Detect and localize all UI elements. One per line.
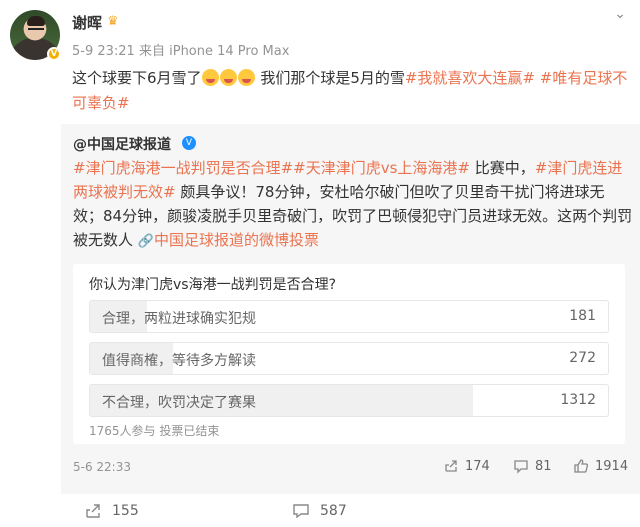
comment-icon xyxy=(514,460,528,474)
repost-button[interactable]: 155 xyxy=(84,502,139,520)
post-time[interactable]: 5-9 23:21 xyxy=(72,44,135,59)
repost-like-count: 1914 xyxy=(595,458,629,474)
repost-text: #津门虎海港一战判罚是否合理##天津津门虎vs上海海港# 比赛中，#津门虎连进两… xyxy=(73,156,633,254)
like-icon xyxy=(574,459,589,473)
poll-option-count: 181 xyxy=(569,308,596,324)
repost-count: 155 xyxy=(112,503,139,519)
link-icon: 🔗 xyxy=(137,234,154,249)
poll-footer: 1765人参与 投票已结束 xyxy=(89,424,220,438)
post-text: 这个球要下6月雪了 我们那个球是5月的雪#我就喜欢大连赢# #唯有足球不可辜负# xyxy=(72,66,632,116)
repost-like-stat[interactable]: 1914 xyxy=(573,458,628,474)
avatar-hair xyxy=(27,16,45,26)
poll-question: 你认为津门虎vs海港一战判罚是否合理? xyxy=(89,277,337,293)
laugh-cry-emoji-icon xyxy=(201,69,219,86)
hashtag-link[interactable]: #天津津门虎vs上海海港# xyxy=(293,159,470,177)
verified-badge-icon: V xyxy=(47,47,61,61)
verified-blue-icon: V xyxy=(182,136,196,150)
chevron-down-icon[interactable]: ⌄ xyxy=(614,6,626,22)
share-icon xyxy=(86,504,100,518)
poll-link[interactable]: 中国足球报道的微博投票 xyxy=(154,231,319,249)
repost-card[interactable]: @中国足球报道 V #津门虎海港一战判罚是否合理##天津津门虎vs上海海港# 比… xyxy=(61,124,640,494)
poll-card: 你认为津门虎vs海港一战判罚是否合理? 合理，两粒进球确实犯规 181 值得商榷… xyxy=(73,264,625,444)
hashtag-link[interactable]: #津门虎海港一战判罚是否合理# xyxy=(73,159,293,177)
poll-option[interactable]: 不合理，吹罚决定了赛果 1312 xyxy=(89,384,609,417)
post-source: 来自 iPhone 14 Pro Max xyxy=(138,44,290,59)
poll-option-count: 272 xyxy=(569,350,596,366)
poll-option[interactable]: 合理，两粒进球确实犯规 181 xyxy=(89,300,609,333)
post-text-part2: 我们那个球是5月的雪 xyxy=(255,69,405,87)
poll-option-count: 1312 xyxy=(560,392,596,408)
member-crown-icon: ♛ xyxy=(107,14,119,29)
poll-option[interactable]: 值得商榷，等待多方解读 272 xyxy=(89,342,609,375)
comment-icon xyxy=(293,504,309,519)
hashtag-link[interactable]: #我就喜欢大连赢# xyxy=(405,69,535,87)
laugh-cry-emoji-icon xyxy=(219,69,237,86)
laugh-cry-emoji-icon xyxy=(237,69,255,86)
repost-text-part1: 比赛中， xyxy=(474,159,535,177)
repost-share-count: 174 xyxy=(465,458,490,474)
poll-option-label: 不合理，吹罚决定了赛果 xyxy=(102,395,256,411)
post-meta: 5-9 23:21 来自 iPhone 14 Pro Max xyxy=(72,40,289,59)
avatar-glasses xyxy=(28,28,44,32)
poll-option-label: 值得商榷，等待多方解读 xyxy=(102,353,256,369)
post-text-part1: 这个球要下6月雪了 xyxy=(72,69,202,87)
repost-date[interactable]: 5-6 22:33 xyxy=(73,460,131,474)
poll-option-label: 合理，两粒进球确实犯规 xyxy=(102,311,256,327)
share-icon xyxy=(445,460,457,472)
repost-author[interactable]: @中国足球报道 xyxy=(73,134,171,154)
comment-button[interactable]: 587 xyxy=(292,502,347,520)
repost-comment-stat[interactable]: 81 xyxy=(513,458,552,474)
post-action-bar: 155 587 xyxy=(0,494,640,527)
repost-share-stat[interactable]: 174 xyxy=(443,458,490,474)
author-name[interactable]: 谢晖 xyxy=(72,12,102,33)
repost-comment-count: 81 xyxy=(535,458,552,474)
comment-count: 587 xyxy=(320,503,347,519)
